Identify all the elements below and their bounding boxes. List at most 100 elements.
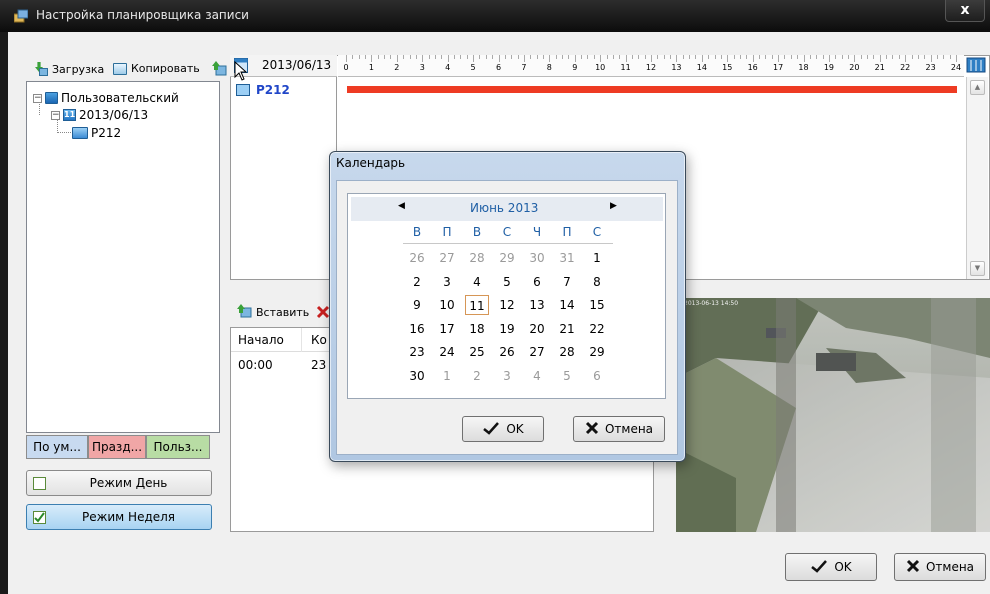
calendar-day[interactable]: 4 [525,366,549,386]
column-end[interactable]: Ко [311,333,327,347]
prev-month-button[interactable]: ◀ [398,201,405,211]
title-bar: Настройка планировщика записи x [0,0,990,32]
week-mode-button[interactable]: Режим Неделя [26,504,212,530]
row-end-time: 23 [311,358,327,372]
calendar-day[interactable]: 25 [465,342,489,362]
tab-default[interactable]: По ум... [26,435,88,459]
minor-tick [949,55,951,59]
day-mode-button[interactable]: Режим День [26,470,212,496]
timeline-camera-row[interactable]: P212 [236,83,290,97]
week-view-icon[interactable] [966,57,986,76]
calendar-day[interactable]: 6 [585,366,609,386]
calendar-day[interactable]: 13 [525,295,549,315]
weekday-header: В [412,225,422,239]
day-mode-checkbox[interactable] [33,476,46,490]
cancel-button[interactable]: Отмена [894,553,986,581]
calendar-day[interactable]: 30 [525,248,549,268]
calendar-day[interactable]: 7 [555,272,579,292]
hour-label: 14 [696,63,707,72]
calendar-day[interactable]: 29 [495,248,519,268]
hour-label: 18 [798,63,809,72]
next-month-button[interactable]: ▶ [610,201,617,211]
calendar-day[interactable]: 2 [465,366,489,386]
paste-button[interactable]: Вставить [236,304,309,321]
week-mode-checkbox[interactable] [33,510,46,524]
calendar-day[interactable]: 3 [495,366,519,386]
calendar-day[interactable]: 21 [555,319,579,339]
calendar-day[interactable]: 29 [585,342,609,362]
calendar-day[interactable]: 30 [405,366,429,386]
tab-holiday[interactable]: Празд... [88,435,146,459]
weekday-header: Ч [532,225,542,239]
calendar-day[interactable]: 19 [495,319,519,339]
calendar-day[interactable]: 5 [495,272,519,292]
collapse-icon[interactable]: − [51,110,60,120]
minor-tick [434,55,436,59]
calendar-day[interactable]: 5 [555,366,579,386]
minor-tick [441,55,443,59]
calendar-day[interactable]: 12 [495,295,519,315]
timeline-scrollbar[interactable]: ▲ ▼ [966,77,988,279]
calendar-day[interactable]: 3 [435,272,459,292]
video-timestamp: 2013-06-13 14:50 [684,300,739,307]
day-mode-label: Режим День [89,476,168,490]
minor-tick [746,55,748,59]
recording-bar[interactable] [347,86,957,93]
calendar-day[interactable]: 18 [465,319,489,339]
minor-tick [892,55,894,59]
timeline-camera-label: P212 [256,83,290,97]
tree-label-custom: Пользовательский [61,91,179,105]
calendar-day[interactable]: 9 [405,295,429,315]
close-button[interactable]: x [945,0,985,22]
calendar-day[interactable]: 24 [435,342,459,362]
calendar-day[interactable]: 26 [405,248,429,268]
scroll-up-icon[interactable]: ▲ [970,80,985,95]
calendar-day[interactable]: 23 [405,342,429,362]
calendar-day[interactable]: 22 [585,319,609,339]
calendar-day[interactable]: 27 [435,248,459,268]
calendar-day[interactable]: 11 [465,295,489,315]
calendar-day[interactable]: 14 [555,295,579,315]
delete-icon[interactable] [316,305,330,322]
copy-button[interactable]: Копировать [113,62,200,75]
minor-tick [562,55,564,59]
calendar-day[interactable]: 28 [555,342,579,362]
calendar-day[interactable]: 1 [585,248,609,268]
calendar-month[interactable]: Июнь 2013 [470,201,538,215]
tree-node-custom[interactable]: − Пользовательский [33,90,179,106]
calendar-day[interactable]: 26 [495,342,519,362]
close-icon [585,421,599,438]
calendar-day[interactable]: 6 [525,272,549,292]
hour-label: 10 [595,63,606,72]
calendar-day[interactable]: 2 [405,272,429,292]
insert-icon[interactable] [211,60,227,79]
column-divider [301,328,302,352]
collapse-icon[interactable]: − [33,93,42,103]
calendar-day[interactable]: 4 [465,272,489,292]
checkmark-icon [810,559,828,576]
scroll-down-icon[interactable]: ▼ [970,261,985,276]
column-start[interactable]: Начало [238,333,284,347]
calendar-day[interactable]: 8 [585,272,609,292]
calendar-day[interactable]: 28 [465,248,489,268]
ok-button[interactable]: OK [785,553,877,581]
calendar-day[interactable]: 16 [405,319,429,339]
calendar-day[interactable]: 20 [525,319,549,339]
calendar-day[interactable]: 1 [435,366,459,386]
hour-tick [549,55,551,62]
calendar-ok-button[interactable]: OK [462,416,544,442]
hour-tick [498,55,500,62]
load-button[interactable]: Загрузка [34,62,104,76]
tab-custom[interactable]: Польз... [146,435,210,459]
hour-label: 23 [925,63,936,72]
calendar-title: Календарь [336,156,406,170]
calendar-day[interactable]: 27 [525,342,549,362]
tree-node-date[interactable]: − 11 2013/06/13 [51,107,148,123]
calendar-day[interactable]: 15 [585,295,609,315]
calendar-cancel-button[interactable]: Отмена [573,416,665,442]
tree-node-camera[interactable]: P212 [72,125,121,141]
calendar-day[interactable]: 10 [435,295,459,315]
calendar-day[interactable]: 31 [555,248,579,268]
hour-label: 22 [900,63,911,72]
calendar-day[interactable]: 17 [435,319,459,339]
